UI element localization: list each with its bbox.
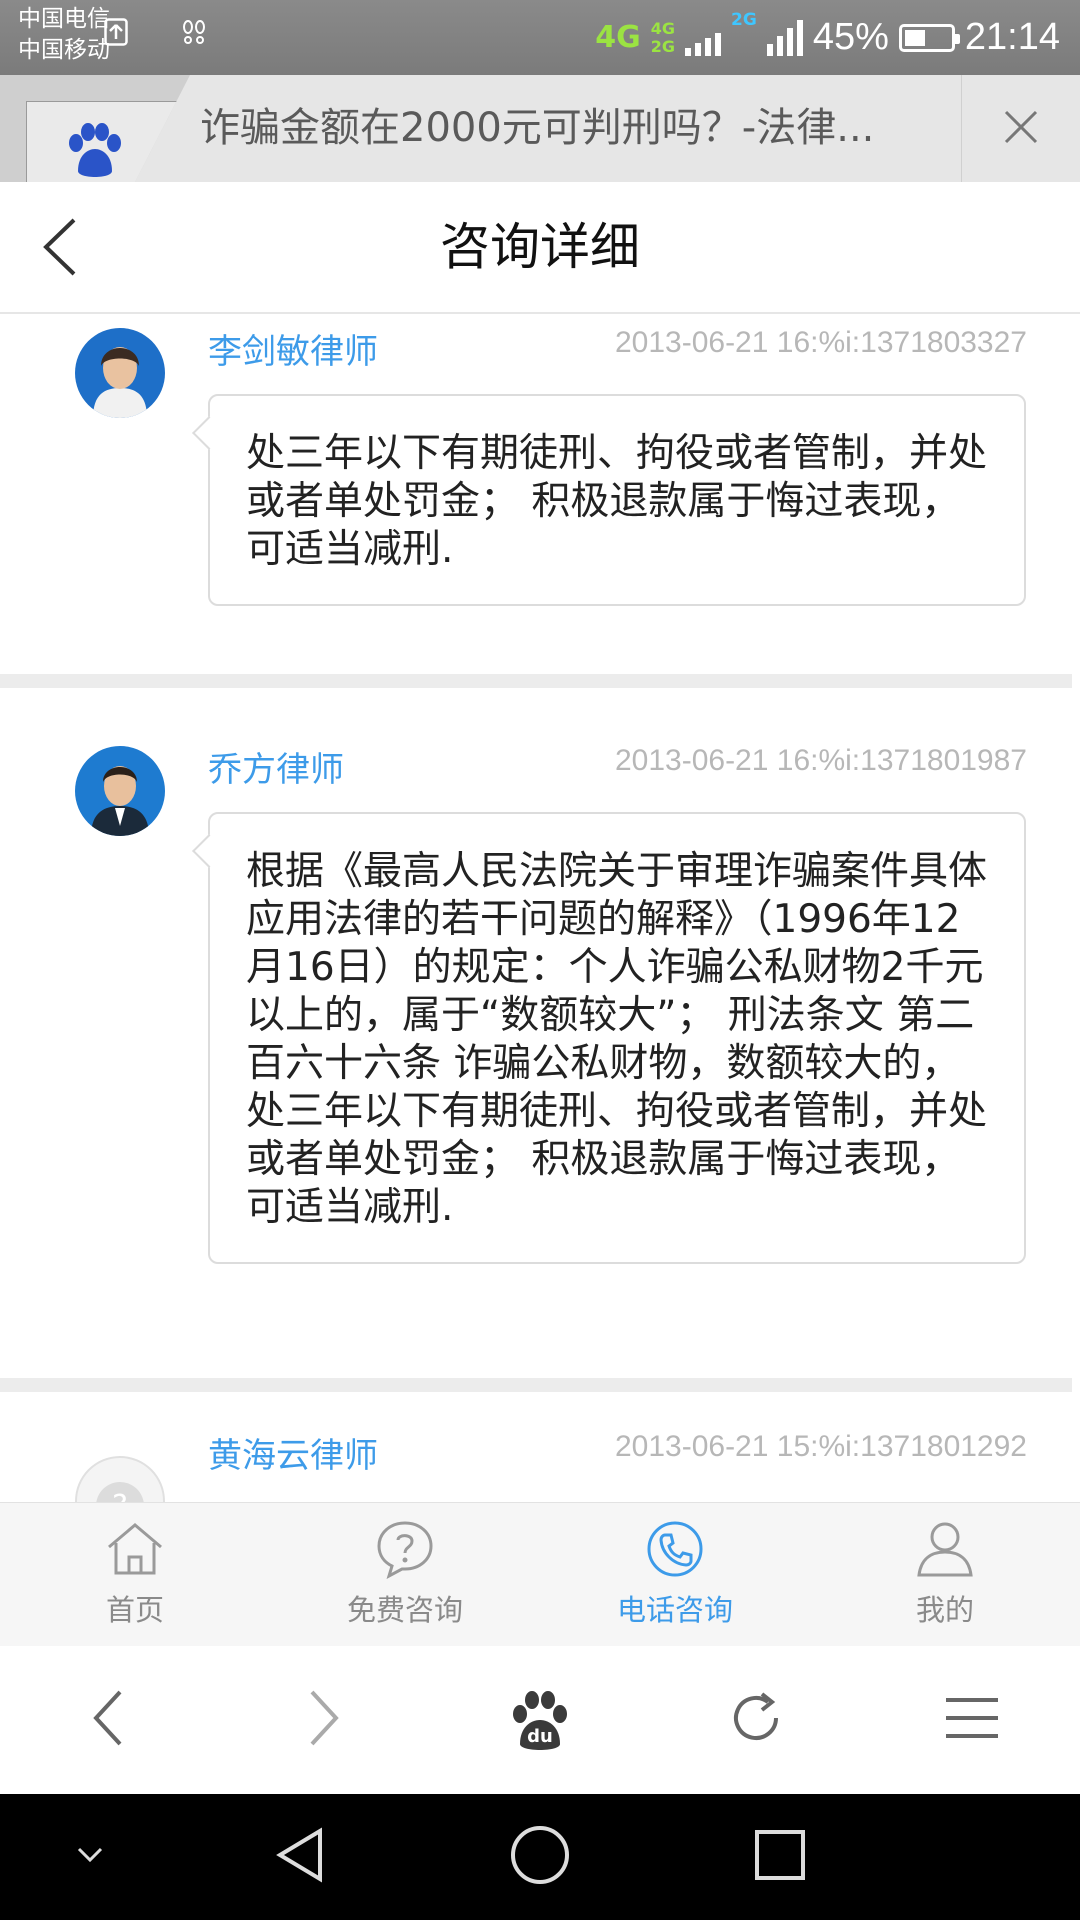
nav-item-home[interactable]: 首页 (0, 1503, 270, 1646)
avatar[interactable]: ? (75, 1456, 165, 1502)
baidu-du-label: du (527, 1726, 553, 1747)
nav-label: 电话咨询 (616, 1593, 733, 1627)
refresh-button[interactable] (706, 1670, 806, 1770)
answer-time: 2013-06-21 16:%i:1371803327 (614, 326, 1027, 359)
network-4g-label: 4G (595, 20, 641, 55)
status-bar: 中国电信 中国移动 4G 4G 2G 2G 45% 21:14 (0, 0, 1080, 75)
baidu-paw-icon (62, 123, 126, 182)
menu-button[interactable] (922, 1670, 1022, 1770)
question-bubble-icon (373, 1519, 437, 1583)
lawyer-name[interactable]: 黄海云律师 (208, 1428, 378, 1477)
system-nav-bar (0, 1794, 1080, 1920)
browser-forward-button[interactable] (274, 1670, 374, 1770)
battery-percent: 45% (812, 16, 889, 58)
system-home-button[interactable] (490, 1794, 590, 1920)
answers-list[interactable]: 李剑敏律师 2013-06-21 16:%i:1371803327 处三年以下有… (0, 314, 1080, 1502)
clock: 21:14 (964, 16, 1060, 58)
nav-label: 免费咨询 (346, 1593, 463, 1627)
signal-bars-icon (685, 20, 722, 56)
carrier-1: 中国电信 (18, 6, 110, 32)
status-indicators: 4G 4G 2G 2G 45% 21:14 (595, 0, 1060, 75)
collapse-nav-button[interactable] (60, 1794, 120, 1920)
user-icon (913, 1519, 977, 1583)
answer-text: 根据《最高人民法院关于审理诈骗案件具体应用法律的若干问题的解释》（1996年12… (208, 812, 1026, 1264)
collapse-chevron-icon (75, 1845, 105, 1869)
answer-card: 乔方律师 2013-06-21 16:%i:1371801987 根据《最高人民… (0, 688, 1072, 1264)
phone-icon (643, 1519, 707, 1583)
carrier-2: 中国移动 (18, 37, 110, 63)
nav-item-mine[interactable]: 我的 (810, 1503, 1080, 1646)
nav-item-phone-consult[interactable]: 电话咨询 (540, 1503, 810, 1646)
avatar[interactable] (75, 328, 165, 418)
answer-card: 李剑敏律师 2013-06-21 16:%i:1371803327 处三年以下有… (0, 314, 1072, 674)
refresh-icon (726, 1688, 786, 1752)
divider (0, 1378, 1072, 1392)
carrier-labels: 中国电信 中国移动 (18, 4, 110, 66)
baidu-du-icon: du (508, 1688, 572, 1752)
forward-arrow-icon (304, 1688, 344, 1752)
close-icon (1002, 108, 1040, 150)
page-header: 咨询详细 (0, 182, 1080, 314)
recents-square-icon (753, 1828, 807, 1886)
battery-icon (898, 23, 960, 52)
home-circle-icon (509, 1824, 571, 1890)
nav-label: 我的 (915, 1593, 974, 1627)
back-triangle-icon (272, 1825, 328, 1889)
menu-icon (944, 1696, 1000, 1744)
lawyer-name[interactable]: 李剑敏律师 (208, 324, 378, 373)
nav-label: 首页 (105, 1593, 164, 1627)
divider (0, 674, 1072, 688)
network-2g-label: 2G (731, 10, 757, 30)
app-bottom-nav: 首页 免费咨询 电话咨询 我的 (0, 1502, 1080, 1647)
nav-item-free-consult[interactable]: 免费咨询 (270, 1503, 540, 1646)
network-dual-label: 4G 2G (650, 18, 676, 56)
browser-back-button[interactable] (58, 1670, 158, 1770)
upload-notification-icon (104, 18, 128, 50)
browser-toolbar: du (0, 1646, 1080, 1794)
answer-text: 处三年以下有期徒刑、拘役或者管制，并处或者单处罚金； 积极退款属于悔过表现，可适… (208, 394, 1026, 606)
svg-text:?: ? (112, 1489, 128, 1502)
tab-switcher[interactable] (0, 75, 190, 182)
system-back-button[interactable] (250, 1794, 350, 1920)
baidu-home-button[interactable]: du (490, 1670, 590, 1770)
browser-tab-bar: 诈骗金额在2000元可判刑吗？-法律... (0, 75, 1080, 182)
tab-close-button[interactable] (961, 75, 1080, 182)
signal-bars-icon-2 (766, 19, 803, 56)
avatar[interactable] (75, 746, 165, 836)
page-title: 咨询详细 (440, 218, 640, 276)
lawyer-name[interactable]: 乔方律师 (208, 742, 344, 791)
back-arrow-icon (88, 1688, 128, 1752)
system-recents-button[interactable] (730, 1794, 830, 1920)
tab-title[interactable]: 诈骗金额在2000元可判刑吗？-法律... (200, 75, 940, 182)
answer-card: ? 黄海云律师 2013-06-21 15:%i:1371801292 (0, 1392, 1072, 1502)
answer-time: 2013-06-21 16:%i:1371801987 (614, 744, 1027, 777)
footprint-icon (180, 18, 208, 50)
answer-time: 2013-06-21 15:%i:1371801292 (614, 1430, 1027, 1463)
home-icon (103, 1519, 167, 1583)
